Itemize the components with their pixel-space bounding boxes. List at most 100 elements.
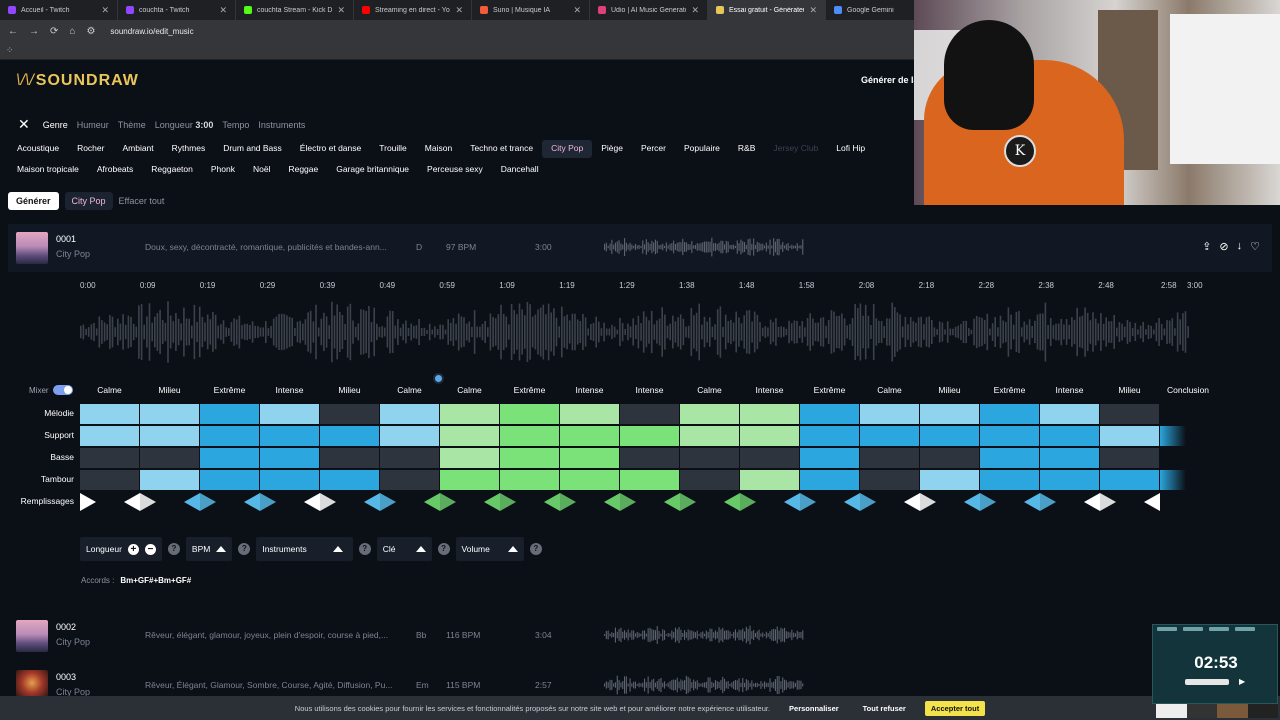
filter-mood[interactable]: Humeur (77, 120, 109, 130)
arranger-cell[interactable] (260, 404, 319, 424)
site-info-icon[interactable]: ⚙ (86, 26, 95, 37)
arranger-cell[interactable] (260, 448, 319, 468)
section-label[interactable]: Intense (740, 380, 799, 400)
arranger-cell[interactable] (380, 470, 439, 490)
help-icon[interactable]: ? (358, 543, 371, 555)
arranger-cell[interactable] (500, 404, 559, 424)
arranger-cell[interactable] (1040, 470, 1099, 490)
fill-marker[interactable] (540, 492, 580, 512)
fill-marker[interactable] (360, 492, 400, 512)
header-generate-link[interactable]: Générer de la (861, 75, 919, 85)
fill-marker[interactable] (960, 492, 1000, 512)
arranger-cell[interactable] (260, 426, 319, 446)
customize-cookies-button[interactable]: Personnaliser (784, 701, 844, 716)
fill-marker[interactable] (900, 492, 940, 512)
arranger-cell[interactable] (1040, 448, 1099, 468)
fill-marker[interactable] (600, 492, 640, 512)
arranger-cell[interactable] (1040, 404, 1099, 424)
link-icon[interactable]: ⊘ (1219, 240, 1228, 253)
genre-button[interactable]: Électro et danse (291, 140, 370, 158)
arranger-cell[interactable] (500, 448, 559, 468)
arranger-cell[interactable] (800, 470, 859, 490)
genre-button[interactable]: Rythmes (163, 140, 215, 158)
arranger-cell[interactable] (320, 426, 379, 446)
arranger-cell[interactable] (860, 470, 919, 490)
arranger-cell[interactable] (620, 470, 679, 490)
address-bar[interactable]: soundraw.io/edit_music (110, 27, 193, 36)
arranger-cell[interactable] (200, 448, 259, 468)
genre-button[interactable]: Garage britannique (327, 161, 418, 179)
tab-close-icon[interactable]: ✕ (101, 5, 109, 16)
genre-button[interactable]: Phonk (202, 161, 244, 179)
mixer-switch[interactable] (52, 385, 73, 395)
arranger-cell[interactable] (980, 448, 1039, 468)
tab-close-icon[interactable]: ✕ (219, 5, 227, 16)
section-label[interactable]: Calme (380, 380, 439, 400)
browser-tab[interactable]: couchta Stream - Kick Dashboard ✕ (236, 0, 354, 20)
arranger-cell[interactable] (560, 470, 619, 490)
browser-tab[interactable]: Suno | Musique IA ✕ (472, 0, 590, 20)
arranger-cell[interactable] (560, 404, 619, 424)
arranger-cell[interactable] (920, 426, 979, 446)
arranger-cell[interactable] (680, 404, 739, 424)
arranger-cell[interactable] (920, 404, 979, 424)
chevron-up-icon[interactable] (216, 546, 227, 552)
plus-icon[interactable]: + (127, 543, 139, 555)
fill-marker[interactable] (1020, 492, 1060, 512)
section-label[interactable]: Milieu (320, 380, 379, 400)
arranger-cell[interactable] (80, 426, 139, 446)
section-label[interactable]: Calme (80, 380, 139, 400)
tab-close-icon[interactable]: ✕ (455, 5, 463, 16)
arranger-cell[interactable] (680, 470, 739, 490)
genre-button[interactable]: Perceuse sexy (418, 161, 492, 179)
song-row[interactable]: 0002 City Pop Rêveur, élégant, glamour, … (8, 612, 1272, 660)
accept-cookies-button[interactable]: Accepter tout (924, 700, 986, 716)
arranger-cell[interactable] (740, 448, 799, 468)
browser-tab[interactable]: Streaming en direct - YouTube ✕ (354, 0, 472, 20)
genre-button[interactable]: Trouille (370, 140, 416, 158)
arranger-cell[interactable] (440, 448, 499, 468)
arranger-cell[interactable] (1040, 426, 1099, 446)
section-label[interactable]: Milieu (920, 380, 979, 400)
genre-button[interactable]: Ambiant (113, 140, 162, 158)
fill-marker[interactable] (80, 492, 120, 512)
soundraw-logo[interactable]: \/\/ SOUNDRAW (16, 72, 139, 90)
help-icon[interactable]: ? (167, 543, 180, 555)
forward-icon[interactable]: → (29, 26, 39, 37)
tab-close-icon[interactable]: ✕ (337, 5, 345, 16)
length-control[interactable]: Longueur + − (80, 537, 162, 561)
mixer-toggle[interactable]: Mixer (29, 385, 73, 395)
arranger-cell[interactable] (80, 448, 139, 468)
arranger-cell[interactable] (800, 404, 859, 424)
section-label[interactable]: Calme (680, 380, 739, 400)
minus-icon[interactable]: − (144, 543, 156, 555)
filter-instruments[interactable]: Instruments (258, 120, 305, 130)
browser-tab[interactable]: couchta - Twitch ✕ (118, 0, 236, 20)
arranger-cell[interactable] (200, 470, 259, 490)
arranger-cell[interactable] (320, 448, 379, 468)
arranger-cell[interactable] (80, 404, 139, 424)
arranger-cell[interactable] (260, 470, 319, 490)
arranger-cell[interactable] (320, 404, 379, 424)
song-waveform[interactable] (604, 674, 804, 696)
fill-marker[interactable] (720, 492, 760, 512)
fill-marker[interactable] (120, 492, 160, 512)
arranger-cell[interactable] (440, 404, 499, 424)
close-icon[interactable]: ✕ (18, 116, 30, 133)
fill-marker[interactable] (420, 492, 460, 512)
arranger-cell[interactable] (920, 448, 979, 468)
reload-icon[interactable]: ⟳ (50, 26, 58, 37)
genre-button[interactable]: Noël (244, 161, 279, 179)
fill-marker[interactable] (1080, 492, 1120, 512)
genre-button[interactable]: Acoustique (8, 140, 68, 158)
arranger-cell[interactable] (920, 470, 979, 490)
section-label[interactable]: Extrême (800, 380, 859, 400)
chevron-up-icon[interactable] (332, 546, 343, 552)
arranger-cell[interactable] (620, 448, 679, 468)
heart-icon[interactable]: ♡ (1250, 240, 1260, 253)
arranger-cell[interactable] (500, 426, 559, 446)
arranger-cell[interactable] (1100, 426, 1159, 446)
arranger-cell[interactable] (980, 470, 1039, 490)
fill-marker[interactable] (1140, 492, 1180, 512)
play-icon[interactable]: ▶ (1239, 677, 1245, 686)
